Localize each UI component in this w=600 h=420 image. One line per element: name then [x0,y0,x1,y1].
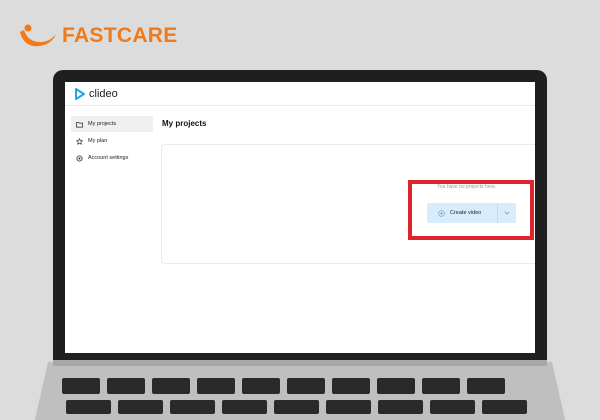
fastcare-wordmark: FASTCARE [62,24,178,47]
clideo-play-icon [75,87,85,100]
key [197,378,235,394]
key [377,378,415,394]
key [62,378,100,394]
key [332,378,370,394]
sidebar: My projects My plan Account settings [71,116,153,167]
sidebar-item-label: My projects [88,121,117,127]
gear-icon [76,154,83,162]
key [467,378,505,394]
keyboard [62,378,540,420]
key [378,400,423,414]
key [170,400,215,414]
key [222,400,267,414]
sidebar-item-label: Account settings [88,155,129,161]
sidebar-item-my-plan[interactable]: My plan [71,133,153,149]
folder-icon [76,121,83,128]
laptop-hinge [53,360,547,366]
sidebar-item-label: My plan [88,138,108,144]
key [118,400,163,414]
key [152,378,190,394]
page-title: My projects [162,119,207,128]
fastcare-logo: FASTCARE [18,22,178,50]
sidebar-item-my-projects[interactable]: My projects [71,116,153,132]
key [274,400,319,414]
key [107,378,145,394]
star-icon [76,137,83,145]
clideo-logo-text[interactable]: clideo [89,88,118,100]
laptop-screen: clideo My projects My plan Account setti… [65,82,535,353]
app-header: clideo [65,82,535,106]
key [482,400,527,414]
key [422,378,460,394]
key [287,378,325,394]
key [326,400,371,414]
key [430,400,475,414]
highlight-annotation-box [408,180,534,240]
fastcare-swoosh-icon [20,24,56,47]
key [242,378,280,394]
key [66,400,111,414]
sidebar-item-account-settings[interactable]: Account settings [71,150,153,166]
